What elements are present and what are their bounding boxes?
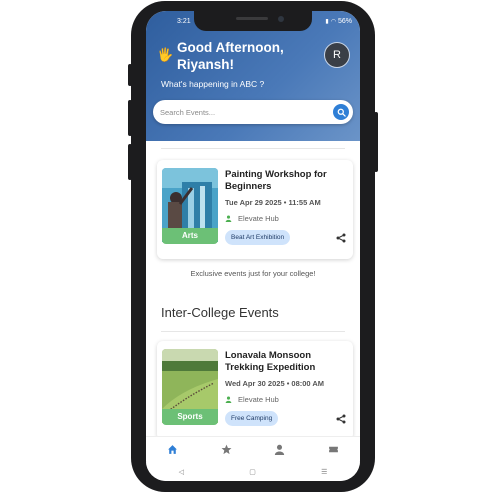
person-icon[interactable] <box>274 444 285 455</box>
status-time: 3:21 <box>177 18 191 25</box>
search-button[interactable] <box>333 104 349 120</box>
speaker <box>236 17 268 20</box>
share-icon[interactable] <box>336 233 346 243</box>
phone-screen: 3:21 ▮ ◠ 56% 🖐 Good Afternoon, Riyansh! … <box>146 11 360 481</box>
battery-level: 56% <box>337 18 352 25</box>
event-title: Painting Workshop for Beginners <box>225 169 327 192</box>
volume-down-button <box>128 144 132 180</box>
search-bar <box>153 100 353 124</box>
event-host: Elevate Hub <box>225 395 279 404</box>
volume-up-button <box>128 100 132 136</box>
person-icon <box>225 396 232 403</box>
event-chip[interactable]: Beat Art Exhibition <box>225 230 291 245</box>
greeting-subtitle: What's happening in ABC ? <box>161 79 265 89</box>
category-tag: Arts <box>162 228 218 244</box>
profile-avatar[interactable]: R <box>324 42 350 68</box>
home-icon[interactable] <box>167 444 178 455</box>
event-datetime: Wed Apr 30 2025 • 08:00 AM <box>225 379 325 388</box>
event-chip[interactable]: Free Camping <box>225 411 279 426</box>
power-button <box>374 112 378 172</box>
search-icon <box>337 108 346 117</box>
system-nav: ◁ ▢ ☰ <box>146 462 360 481</box>
share-icon[interactable] <box>336 414 346 424</box>
search-input[interactable] <box>160 105 320 119</box>
home-circle-icon[interactable]: ▢ <box>249 468 256 476</box>
wave-hand-icon: 🖐 <box>157 47 174 62</box>
mute-switch <box>128 64 132 86</box>
category-tag: Sports <box>162 409 218 425</box>
event-host-name: Elevate Hub <box>238 395 279 404</box>
event-host: Elevate Hub <box>225 214 279 223</box>
event-card[interactable]: Sports Lonavala Monsoon Trekking Expedit… <box>157 341 353 440</box>
signal-icon: ▮ <box>325 19 329 25</box>
recents-icon[interactable]: ☰ <box>321 468 327 476</box>
event-host-name: Elevate Hub <box>238 214 279 223</box>
wifi-icon: ◠ <box>330 19 336 25</box>
event-card[interactable]: Arts Painting Workshop for Beginners Tue… <box>157 160 353 259</box>
ticket-icon[interactable] <box>328 444 339 455</box>
star-icon[interactable] <box>221 444 232 455</box>
status-icons: ▮ ◠ 56% <box>325 18 352 25</box>
bottom-nav <box>146 436 360 461</box>
event-title: Lonavala Monsoon Trekking Expedition <box>225 350 316 373</box>
section-title: Inter-College Events <box>161 305 279 320</box>
back-icon[interactable]: ◁ <box>179 468 184 476</box>
event-datetime: Tue Apr 29 2025 • 11:55 AM <box>225 198 321 207</box>
greeting-title: Good Afternoon, Riyansh! <box>177 40 284 72</box>
divider <box>161 148 345 149</box>
front-camera <box>278 16 284 22</box>
exclusive-note: Exclusive events just for your college! <box>190 269 316 278</box>
divider <box>161 331 345 332</box>
notch <box>194 11 312 31</box>
person-icon <box>225 215 232 222</box>
